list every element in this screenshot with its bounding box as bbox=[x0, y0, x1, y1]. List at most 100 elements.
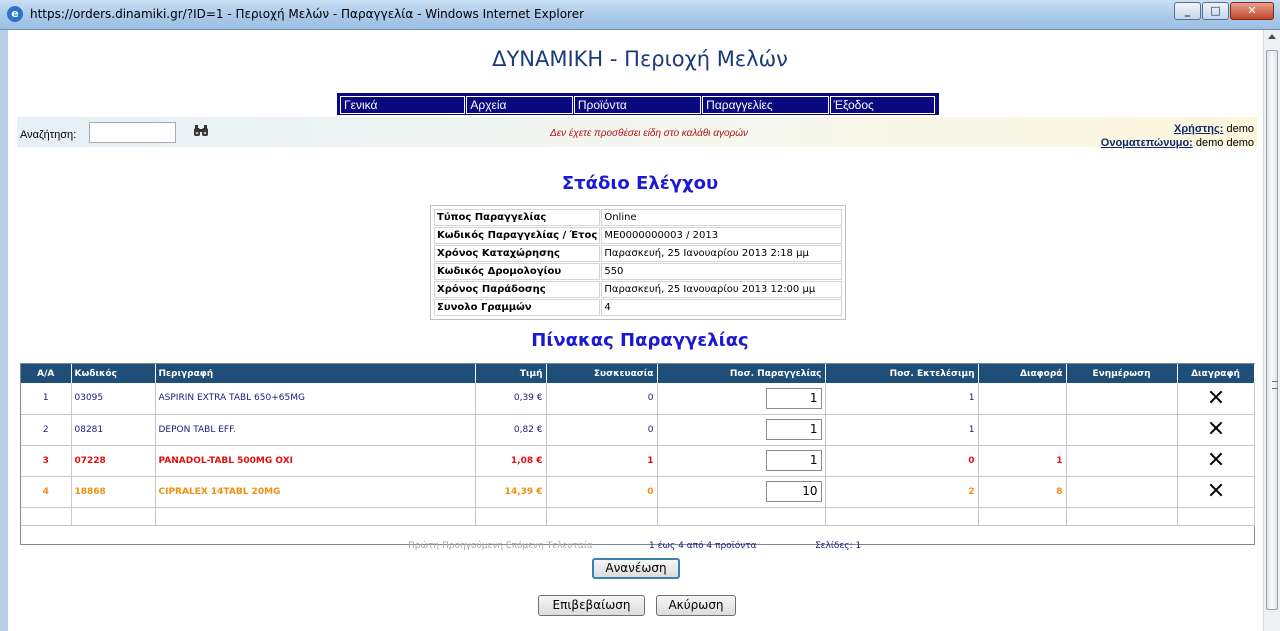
cell-price: 14,39 € bbox=[475, 476, 547, 508]
window-controls: _ □ ✕ bbox=[1174, 2, 1274, 20]
cell-order-qty: 1 bbox=[657, 383, 826, 415]
check-stage-title: Στάδιο Ελέγχου bbox=[561, 173, 719, 194]
details-key: Συνολο Γραμμών bbox=[434, 299, 601, 316]
menu-item-general[interactable]: Γενικά bbox=[340, 96, 466, 114]
cell-description: PANADOL-TABL 500MG OXI bbox=[155, 445, 476, 477]
column-header-delete[interactable]: Διαγραφή bbox=[1177, 364, 1255, 383]
order-qty-input[interactable]: 1 bbox=[765, 419, 822, 440]
column-header-executable-qty[interactable]: Ποσ. Εκτελέσιμη bbox=[825, 364, 979, 383]
cell-price: 0,82 € bbox=[475, 414, 547, 446]
scroll-up-arrow-icon[interactable] bbox=[1268, 34, 1276, 39]
search-input[interactable] bbox=[89, 122, 176, 143]
cell-code: 07228 bbox=[71, 445, 156, 477]
column-header-order-qty[interactable]: Ποσ. Παραγγελίας bbox=[657, 364, 826, 383]
column-header-update[interactable]: Ενημέρωση bbox=[1066, 364, 1178, 383]
window-title: https://orders.dinamiki.gr/?ID=1 - Περιο… bbox=[30, 7, 585, 21]
pager-pages: Σελίδες: 1 bbox=[815, 541, 862, 551]
cancel-button[interactable]: Ακύρωση bbox=[656, 595, 736, 616]
column-header-description[interactable]: Περιγραφή bbox=[155, 364, 476, 383]
cell-executable-qty: 2 bbox=[825, 476, 979, 508]
cell-aa: 3 bbox=[21, 445, 72, 477]
details-key: Χρόνος Καταχώρησης bbox=[434, 245, 601, 262]
details-value: Online bbox=[601, 209, 842, 226]
details-value: 550 bbox=[601, 263, 842, 280]
details-row: Χρόνος Παράδοσης Παρασκευή, 25 Ιανουαρίου… bbox=[434, 281, 842, 298]
cell-code: 18868 bbox=[71, 476, 156, 508]
table-header-row: Α/Α Κωδικός Περιγραφή Τιμή Συσκευασία Πο… bbox=[21, 364, 1255, 383]
delete-x-icon[interactable] bbox=[1209, 452, 1223, 466]
binoculars-icon[interactable] bbox=[194, 125, 208, 137]
main-menu: Γενικά Αρχεία Προϊόντα Παραγγελίες Έξοδο… bbox=[337, 93, 939, 115]
cell-delete bbox=[1177, 445, 1255, 477]
table-row: 2 08281 DEPON TABL EFF. 0,82 € 0 1 1 bbox=[21, 414, 1255, 446]
column-header-code[interactable]: Κωδικός bbox=[71, 364, 156, 383]
cell-code: 08281 bbox=[71, 414, 156, 446]
cell-update bbox=[1066, 476, 1178, 508]
pager-count: 1 έως 4 από 4 προϊόντα bbox=[649, 541, 757, 551]
table-row: 3 07228 PANADOL-TABL 500MG OXI 1,08 € 1 … bbox=[21, 445, 1255, 477]
cell-difference bbox=[978, 414, 1067, 446]
cell-update bbox=[1066, 445, 1178, 477]
delete-x-icon[interactable] bbox=[1209, 483, 1223, 497]
table-row: 4 18868 CIPRALEX 14TABL 20MG 14,39 € 0 1… bbox=[21, 476, 1255, 508]
column-header-aa[interactable]: Α/Α bbox=[21, 364, 72, 383]
details-key: Κωδικός Παραγγελίας / Έτος bbox=[434, 227, 601, 244]
menu-item-exit[interactable]: Έξοδος bbox=[829, 96, 935, 114]
cell-price: 1,08 € bbox=[475, 445, 547, 477]
cell-difference: 8 bbox=[978, 476, 1067, 508]
cell-description: DEPON TABL EFF. bbox=[155, 414, 476, 446]
menu-item-orders[interactable]: Παραγγελίες bbox=[702, 96, 829, 114]
details-key: Κωδικός Δρομολογίου bbox=[434, 263, 601, 280]
fullname-value: demo demo bbox=[1195, 137, 1254, 149]
cell-description: ASPIRIN EXTRA TABL 650+65MG bbox=[155, 383, 476, 415]
search-bar: Αναζήτηση: Δεν έχετε προσθέσει είδη στο … bbox=[17, 117, 1257, 150]
cell-difference: 1 bbox=[978, 445, 1067, 477]
cell-package: 0 bbox=[546, 414, 658, 446]
column-header-price[interactable]: Τιμή bbox=[475, 364, 547, 383]
cell-order-qty: 1 bbox=[657, 414, 826, 446]
confirm-button[interactable]: Επιβεβαίωση bbox=[538, 595, 645, 616]
cell-price: 0,39 € bbox=[475, 383, 547, 415]
cell-package: 0 bbox=[546, 383, 658, 415]
cell-aa: 1 bbox=[21, 383, 72, 415]
column-header-package[interactable]: Συσκευασία bbox=[546, 364, 658, 383]
details-row: Κωδικός Δρομολογίου 550 bbox=[434, 263, 842, 280]
cell-package: 0 bbox=[546, 476, 658, 508]
order-qty-input[interactable]: 1 bbox=[765, 387, 822, 409]
cell-update bbox=[1066, 414, 1178, 446]
cell-order-qty: 10 bbox=[657, 476, 826, 508]
refresh-button[interactable]: Ανανέωση bbox=[592, 558, 680, 579]
order-table-title: Πίνακας Παραγγελίας bbox=[531, 330, 749, 351]
order-qty-input[interactable]: 10 bbox=[765, 481, 822, 502]
cell-executable-qty: 0 bbox=[825, 445, 979, 477]
details-key: Χρόνος Παράδοσης bbox=[434, 281, 601, 298]
delete-x-icon[interactable] bbox=[1209, 390, 1223, 404]
site-title: ΔΥΝΑΜΙΚΗ - Περιοχή Μελών bbox=[492, 47, 788, 71]
grip-icon bbox=[1272, 381, 1278, 389]
details-key: Τύπος Παραγγελίας bbox=[434, 209, 601, 226]
details-row: Κωδικός Παραγγελίας / Έτος ME0000000003 /… bbox=[434, 227, 842, 244]
search-label: Αναζήτηση: bbox=[20, 129, 77, 141]
details-row: Συνολο Γραμμών 4 bbox=[434, 299, 842, 316]
user-info: Χρήστης: demo Ονοματεπώνυμο: demo demo bbox=[1101, 122, 1254, 150]
user-value: demo bbox=[1226, 123, 1254, 135]
menu-item-products[interactable]: Προϊόντα bbox=[573, 96, 702, 114]
details-value: ME0000000003 / 2013 bbox=[601, 227, 842, 244]
order-qty-input[interactable]: 1 bbox=[765, 450, 822, 471]
cell-executable-qty: 1 bbox=[825, 414, 979, 446]
pager-navigation[interactable]: Πρώτη Προηγούμενη Επόμενη Τελευταία bbox=[408, 541, 593, 551]
minimize-button[interactable]: _ bbox=[1174, 2, 1201, 20]
cell-executable-qty: 1 bbox=[825, 383, 979, 415]
cell-aa: 4 bbox=[21, 476, 72, 508]
details-value: Παρασκευή, 25 Ιανουαρίου 2013 12:00 μμ bbox=[601, 281, 842, 298]
menu-item-files[interactable]: Αρχεία bbox=[466, 96, 573, 114]
cell-delete bbox=[1177, 383, 1255, 415]
cell-code: 03095 bbox=[71, 383, 156, 415]
maximize-button[interactable]: □ bbox=[1202, 2, 1229, 20]
close-window-button[interactable]: ✕ bbox=[1230, 2, 1274, 20]
cell-description: CIPRALEX 14TABL 20MG bbox=[155, 476, 476, 508]
cell-difference bbox=[978, 383, 1067, 415]
column-header-difference[interactable]: Διαφορά bbox=[978, 364, 1067, 383]
internet-explorer-icon: e bbox=[7, 6, 23, 22]
delete-x-icon[interactable] bbox=[1209, 421, 1223, 435]
